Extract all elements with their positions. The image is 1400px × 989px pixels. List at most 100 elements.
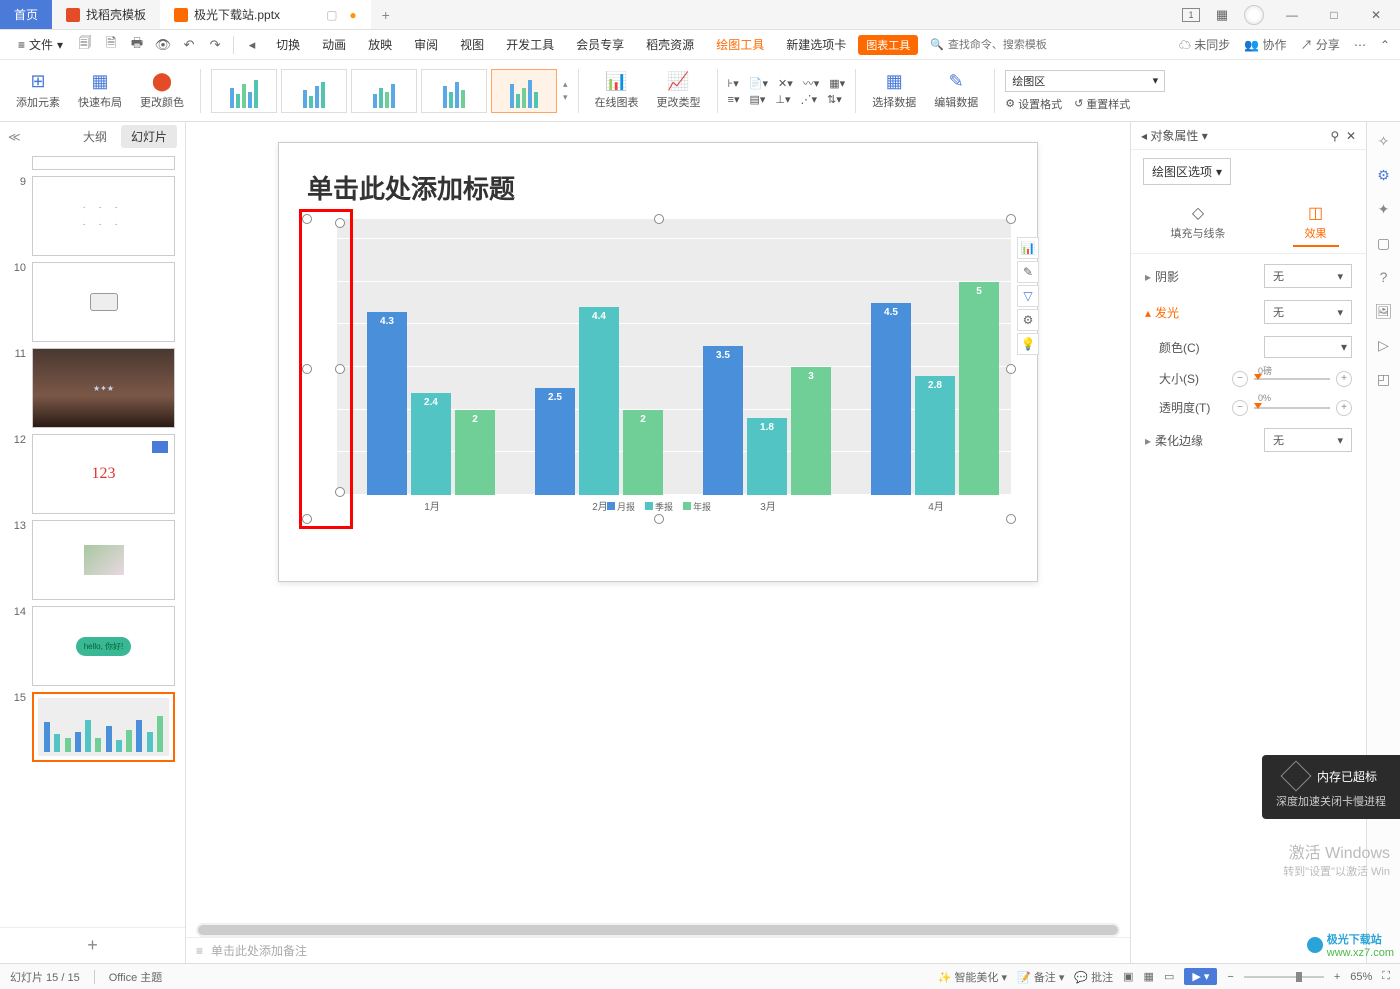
package-icon[interactable]: ◰ (1375, 370, 1393, 388)
shadow-select[interactable]: 无▾ (1264, 264, 1352, 288)
bar[interactable]: 5 (959, 282, 999, 495)
thumbnail-13[interactable] (32, 520, 175, 600)
zoom-out[interactable]: − (1227, 971, 1233, 983)
save-icon[interactable]: 🗐 (73, 33, 97, 57)
thumbnail-row[interactable] (10, 156, 175, 170)
window-maximize[interactable]: □ (1320, 8, 1348, 22)
data-label-toggle[interactable]: ✕▾ (778, 75, 793, 91)
chart-plot-area[interactable]: 4.32.422.54.423.51.834.52.85 (337, 219, 1011, 495)
selection-handle[interactable] (302, 364, 312, 374)
chart-preset-4[interactable] (421, 69, 487, 113)
thumbnail-row[interactable]: 14hello, 你好! (10, 606, 175, 686)
bar[interactable]: 4.4 (579, 307, 619, 495)
bar[interactable]: 1.8 (747, 418, 787, 495)
memory-popup[interactable]: 内存已超标 深度加速关闭卡慢进程 (1262, 755, 1400, 819)
axis-toggle[interactable]: ⊦▾ (728, 75, 739, 91)
ribbon-edit-data[interactable]: ✎ 编辑数据 (928, 63, 984, 119)
properties-icon[interactable]: ⚙ (1375, 166, 1393, 184)
preset-scroll[interactable]: ▴▾ (563, 79, 568, 103)
ribbon-online-chart[interactable]: 📊 在线图表 (589, 63, 645, 119)
menu-new-tab[interactable]: 新建选项卡 (776, 30, 856, 60)
ribbon-change-color[interactable]: ⬤ 更改颜色 (134, 63, 190, 119)
preview-icon[interactable]: 👁 (151, 33, 175, 57)
menu-draw-tools[interactable]: 绘图工具 (706, 30, 774, 60)
zoom-slider[interactable] (1244, 976, 1324, 978)
slide-icon[interactable]: ▢ (1375, 234, 1393, 252)
chart-styles-icon[interactable]: 📊 (1017, 237, 1039, 259)
tab-fill-line[interactable]: ◇ 填充与线条 (1159, 199, 1238, 247)
notes-placeholder[interactable]: 单击此处添加备注 (211, 942, 307, 959)
thumbnail-12[interactable]: 123 (32, 434, 175, 514)
close-panel-icon[interactable]: ✕ (1346, 129, 1356, 143)
plot-handle[interactable] (335, 364, 345, 374)
chart-idea-icon[interactable]: 💡 (1017, 333, 1039, 355)
tab-home[interactable]: 首页 (0, 0, 52, 29)
notes-bar[interactable]: ≡ 单击此处添加备注 (186, 937, 1130, 963)
menu-search[interactable]: 🔍 (930, 38, 1058, 51)
chart-filter-icon[interactable]: ▽ (1017, 285, 1039, 307)
present-icon[interactable]: ▷ (1375, 336, 1393, 354)
thumbnail[interactable] (32, 156, 175, 170)
thumbnail-11[interactable]: ★✦★ (32, 348, 175, 428)
selection-handle[interactable] (1006, 514, 1016, 524)
trend-toggle[interactable]: 〰▾ (803, 75, 820, 91)
expand-icon[interactable]: ▸ (1145, 270, 1151, 284)
plot-handle[interactable] (335, 487, 345, 497)
image-icon[interactable]: 🖼 (1375, 302, 1393, 320)
chart-element-combo[interactable]: 绘图区 ▾ (1005, 70, 1165, 92)
ribbon-change-type[interactable]: 📈 更改类型 (651, 63, 707, 119)
save-as-icon[interactable]: 🗎 (99, 33, 123, 57)
bar[interactable]: 4.3 (367, 312, 407, 495)
menu-vip[interactable]: 会员专享 (566, 30, 634, 60)
view-reading-icon[interactable]: ▭ (1164, 970, 1174, 983)
chart-settings-icon[interactable]: ⚙ (1017, 309, 1039, 331)
bar[interactable]: 2 (455, 410, 495, 495)
prop-soft-edge[interactable]: ▸柔化边缘 无▾ (1145, 428, 1352, 452)
tab-slides[interactable]: 幻灯片 (121, 125, 177, 148)
menu-file[interactable]: ≡ 文件 ▾ (10, 36, 71, 53)
axis-title-toggle[interactable]: 📄▾ (749, 75, 768, 91)
fit-icon[interactable]: ⛶ (1382, 970, 1390, 983)
thumbnail-row[interactable]: 12123 (10, 434, 175, 514)
add-slide-button[interactable]: + (0, 927, 185, 963)
selection-handle[interactable] (302, 214, 312, 224)
chart-edit-icon[interactable]: ✎ (1017, 261, 1039, 283)
scrollbar-thumb[interactable] (198, 925, 1118, 935)
line-toggle[interactable]: ⋰▾ (801, 93, 818, 106)
selection-handle[interactable] (302, 514, 312, 524)
comment-toggle[interactable]: 💬 批注 (1074, 969, 1113, 985)
collapse-ribbon-icon[interactable]: ⌃ (1380, 38, 1390, 52)
glow-select[interactable]: 无▾ (1264, 300, 1352, 324)
expand-icon[interactable]: ▴ (1145, 306, 1151, 320)
error-toggle[interactable]: ⊥▾ (775, 93, 790, 106)
animation-icon[interactable]: ✦ (1375, 200, 1393, 218)
zoom-in[interactable]: + (1334, 971, 1340, 983)
chart-preset-1[interactable] (211, 69, 277, 113)
avatar[interactable] (1244, 5, 1264, 25)
tab-add[interactable]: + (371, 0, 401, 29)
menu-animation[interactable]: 动画 (312, 30, 356, 60)
chart-preset-3[interactable] (351, 69, 417, 113)
collapse-panel-icon[interactable]: ≪ (8, 130, 21, 144)
layout-1-icon[interactable]: 1 (1182, 8, 1200, 22)
coop-button[interactable]: 👥 协作 (1244, 36, 1286, 53)
chart-preset-5[interactable] (491, 69, 557, 113)
menu-view[interactable]: 视图 (450, 30, 494, 60)
selection-handle[interactable] (1006, 364, 1016, 374)
window-minimize[interactable]: — (1278, 8, 1306, 22)
updown-toggle[interactable]: ⇅▾ (827, 93, 842, 106)
ribbon-add-element[interactable]: ⊞ 添加元素 (10, 63, 66, 119)
prop-glow[interactable]: ▴发光 无▾ (1145, 300, 1352, 324)
legend-toggle[interactable]: ≡▾ (728, 93, 740, 106)
increase-button[interactable]: + (1336, 400, 1352, 416)
ribbon-select-data[interactable]: ▦ 选择数据 (866, 63, 922, 119)
area-options-combo[interactable]: 绘图区选项 ▾ (1143, 158, 1231, 185)
canvas-scroll[interactable]: 单击此处添加标题 图表标题 4.32.422.54.423.51.834.52.… (186, 122, 1130, 917)
increase-button[interactable]: + (1336, 371, 1352, 387)
search-input[interactable] (948, 39, 1058, 51)
chart-preset-2[interactable] (281, 69, 347, 113)
thumbnail-row[interactable]: 15 (10, 692, 175, 762)
tab-template[interactable]: 找稻壳模板 (52, 0, 160, 29)
color-picker[interactable]: ▾ (1264, 336, 1352, 358)
tab-menu-icon[interactable]: ▢ (326, 8, 337, 22)
